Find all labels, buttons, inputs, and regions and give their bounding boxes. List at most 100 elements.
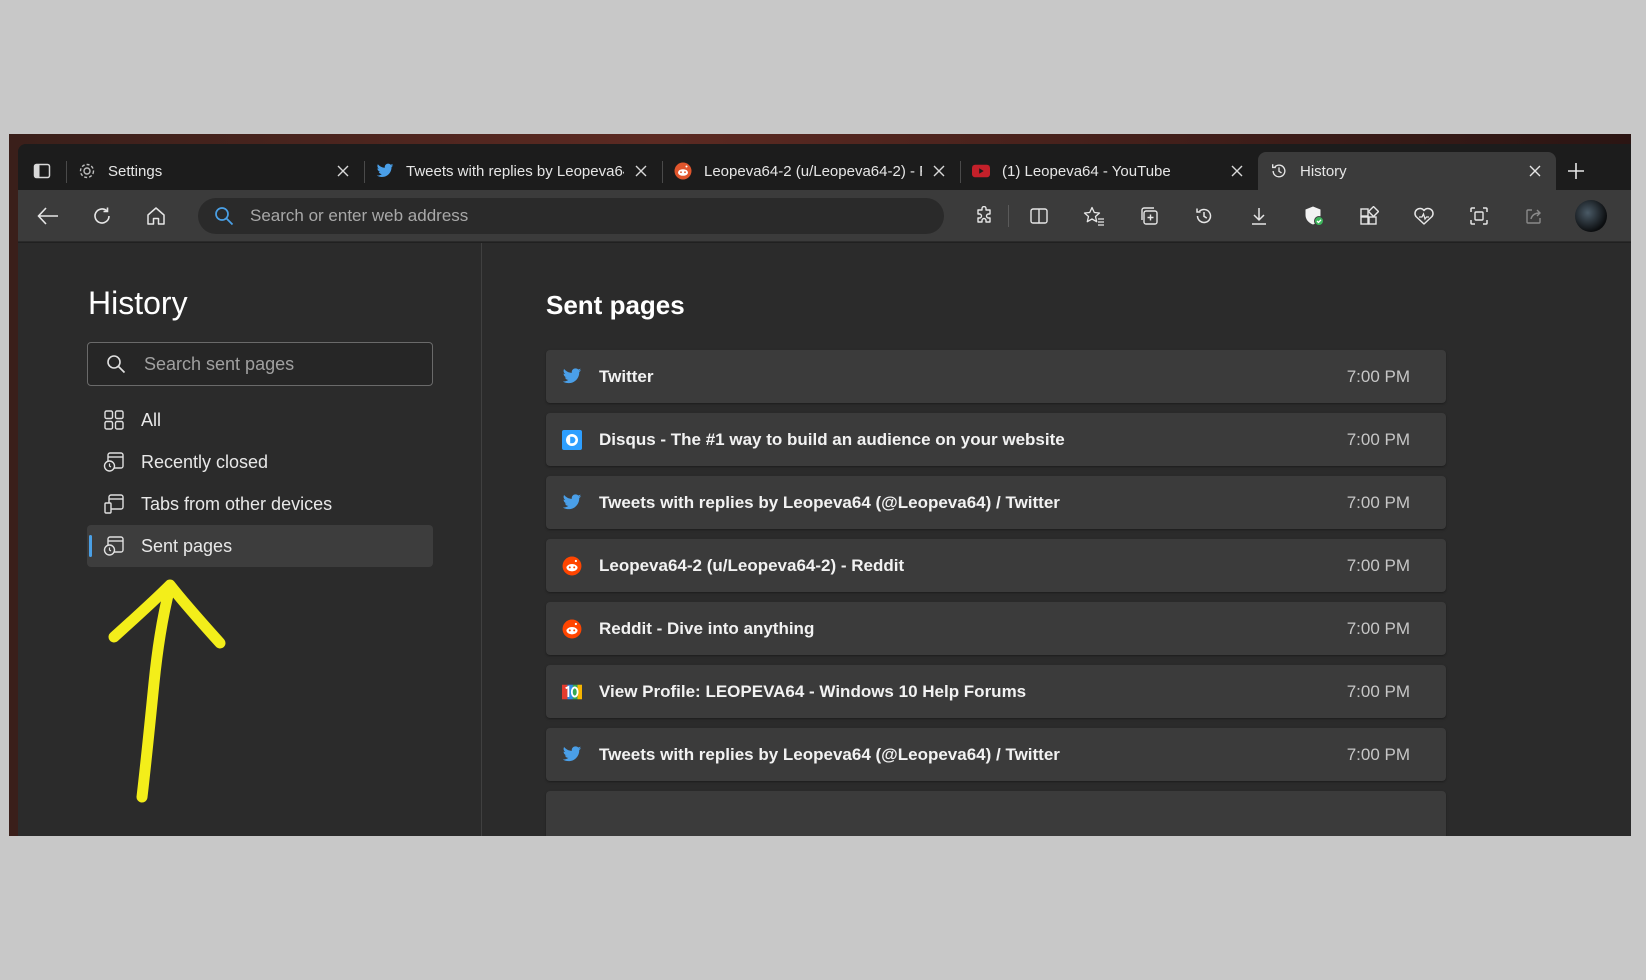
favorites-icon <box>1083 206 1104 226</box>
youtube-icon <box>972 162 990 180</box>
sent-pages-icon <box>103 535 125 557</box>
address-placeholder: Search or enter web address <box>250 205 469 225</box>
tab-title: (1) Leopeva64 - YouTube <box>1002 162 1171 180</box>
reddit-icon <box>562 556 582 576</box>
tab-strip: Settings Tweets with replies by Leopeva6… <box>18 144 1631 190</box>
history-icon <box>1196 208 1212 223</box>
list-item[interactable]: Tweets with replies by Leopeva64 (@Leope… <box>546 728 1446 781</box>
tab-twitter[interactable]: Tweets with replies by Leopeva64 <box>364 152 662 190</box>
tab-actions-button[interactable] <box>18 152 66 190</box>
item-time: 7:00 PM <box>1346 681 1410 701</box>
page-title: Sent pages <box>546 290 685 320</box>
windows10-forums-icon <box>562 682 582 702</box>
screenshot-button[interactable] <box>1459 198 1499 234</box>
split-screen-button[interactable] <box>1019 198 1059 234</box>
tab-actions-icon <box>33 163 51 179</box>
plus-icon <box>1568 163 1584 179</box>
new-tab-button[interactable] <box>1556 152 1596 190</box>
close-icon[interactable] <box>334 162 352 180</box>
address-bar[interactable]: Search or enter web address <box>198 197 944 234</box>
close-icon[interactable] <box>930 162 948 180</box>
tab-separator <box>364 161 365 183</box>
extensions-button[interactable] <box>964 198 1004 234</box>
item-time: 7:00 PM <box>1346 366 1410 386</box>
sidebar-item-label: Recently closed <box>141 451 269 472</box>
twitter-icon <box>562 745 582 765</box>
screenshot-icon <box>1470 206 1488 225</box>
heart-pulse-icon <box>1414 207 1434 225</box>
sidebar-item-all[interactable]: All <box>87 399 433 441</box>
item-time: 7:00 PM <box>1346 744 1410 764</box>
search-sent-pages-input[interactable]: Search sent pages <box>87 342 433 386</box>
tab-separator <box>960 161 961 183</box>
browser-essentials-button[interactable] <box>1294 198 1334 234</box>
sidebar-item-label: Sent pages <box>141 535 233 556</box>
item-title: Disqus - The #1 way to build an audience… <box>599 429 1065 449</box>
apps-icon <box>1360 205 1379 225</box>
sidebar-item-tabs-from-other-devices[interactable]: Tabs from other devices <box>87 483 433 525</box>
history-icon <box>1270 162 1288 180</box>
favorites-button[interactable] <box>1074 198 1114 234</box>
list-item[interactable]: Twitter 7:00 PM <box>546 350 1446 403</box>
sidebar-item-label: All <box>141 409 162 430</box>
reddit-icon <box>562 619 582 639</box>
sidebar-title: History <box>88 285 188 321</box>
list-item[interactable]: Tweets with replies by Leopeva64 (@Leope… <box>546 476 1446 529</box>
search-icon <box>214 206 234 226</box>
browser-frame: Settings Tweets with replies by Leopeva6… <box>18 144 1631 836</box>
list-item[interactable]: Reddit - Dive into anything 7:00 PM <box>546 602 1446 655</box>
history-nav: All Recently closed Tabs from other devi… <box>87 399 433 567</box>
tab-history[interactable]: History <box>1258 152 1556 190</box>
download-icon <box>1252 207 1266 225</box>
toolbar-divider <box>1008 204 1009 227</box>
twitter-icon <box>376 162 394 180</box>
list-item[interactable]: View Profile: LEOPEVA64 - Windows 10 Hel… <box>546 665 1446 718</box>
close-icon[interactable] <box>1228 162 1246 180</box>
shield-icon <box>1305 206 1324 226</box>
tab-reddit[interactable]: Leopeva64-2 (u/Leopeva64-2) - R <box>662 152 960 190</box>
home-button[interactable] <box>136 198 176 234</box>
list-item[interactable]: Leopeva64-2 (u/Leopeva64-2) - Reddit 7:0… <box>546 539 1446 592</box>
item-time: 7:00 PM <box>1346 429 1410 449</box>
tab-separator <box>66 161 67 183</box>
split-screen-icon <box>1030 207 1048 224</box>
devices-icon <box>103 493 125 515</box>
performance-button[interactable] <box>1404 198 1444 234</box>
browser-window: Settings Tweets with replies by Leopeva6… <box>9 134 1631 836</box>
tab-title: History <box>1300 162 1347 180</box>
close-icon[interactable] <box>1526 162 1544 180</box>
profile-avatar[interactable] <box>1575 199 1607 232</box>
sidebar-item-recently-closed[interactable]: Recently closed <box>87 441 433 483</box>
item-title: Leopeva64-2 (u/Leopeva64-2) - Reddit <box>599 555 905 575</box>
close-icon[interactable] <box>632 162 650 180</box>
back-button[interactable] <box>28 198 68 234</box>
twitter-icon <box>562 493 582 513</box>
tab-separator <box>662 161 663 183</box>
downloads-button[interactable] <box>1239 198 1279 234</box>
twitter-icon <box>562 367 582 387</box>
apps-button[interactable] <box>1349 198 1389 234</box>
history-page: History Search sent pages All Recently c… <box>18 243 1631 836</box>
disqus-icon <box>562 429 582 450</box>
list-item[interactable]: Disqus - The #1 way to build an audience… <box>546 413 1446 466</box>
collections-button[interactable] <box>1129 198 1169 234</box>
grid-icon <box>103 409 125 431</box>
sidebar-item-label: Tabs from other devices <box>141 493 333 514</box>
search-icon <box>106 354 126 374</box>
annotation-arrow <box>108 579 226 803</box>
recently-closed-icon <box>103 451 125 473</box>
tab-youtube[interactable]: (1) Leopeva64 - YouTube <box>960 152 1258 190</box>
toolbar: Search or enter web address <box>18 190 1631 242</box>
share-button[interactable] <box>1514 198 1554 234</box>
sidebar-item-sent-pages[interactable]: Sent pages <box>87 525 433 567</box>
refresh-icon <box>94 207 110 224</box>
history-sidebar: History Search sent pages All Recently c… <box>18 243 482 836</box>
item-title: Tweets with replies by Leopeva64 (@Leope… <box>599 744 1060 764</box>
tab-settings[interactable]: Settings <box>66 152 364 190</box>
list-item-partial[interactable] <box>546 791 1446 836</box>
sent-pages-list: Twitter 7:00 PM Disqus - The #1 way to b… <box>546 350 1446 836</box>
collections-icon <box>1141 206 1158 225</box>
item-title: Reddit - Dive into anything <box>599 618 815 638</box>
history-button[interactable] <box>1184 198 1224 234</box>
refresh-button[interactable] <box>82 198 122 234</box>
